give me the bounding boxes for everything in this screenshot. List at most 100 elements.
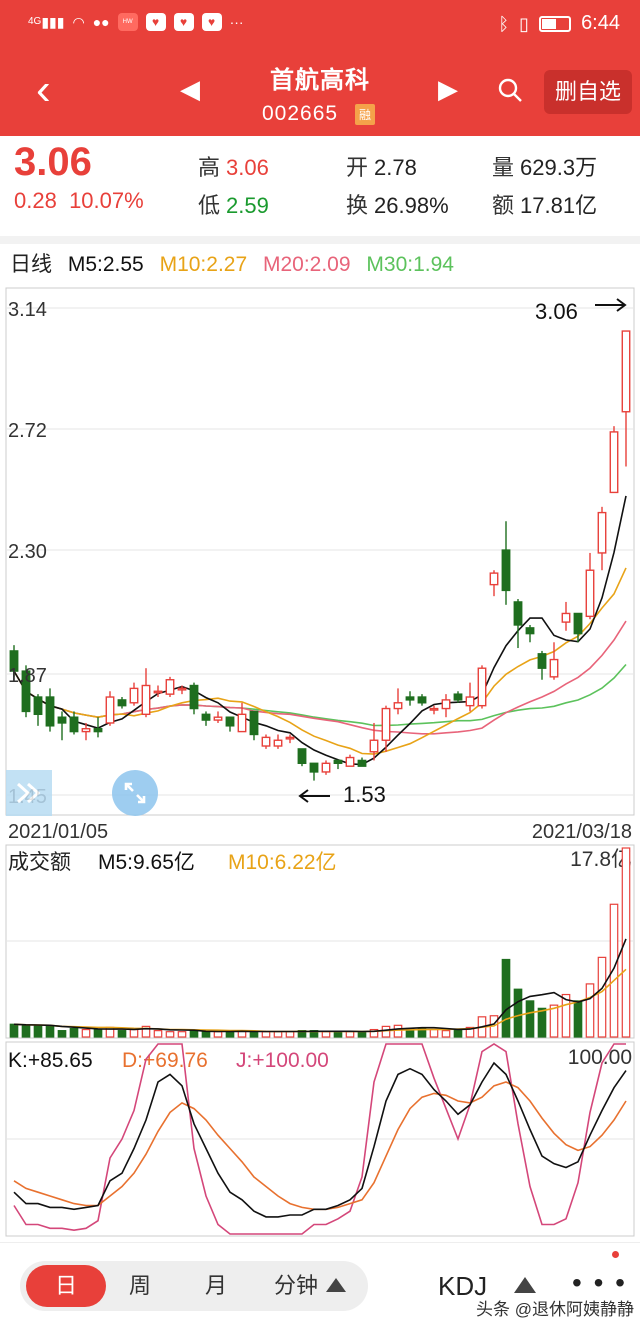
price-tick-label: 3.14	[8, 299, 47, 321]
candle-up	[597, 511, 607, 554]
kdj-d-label: D:+69.76	[122, 1049, 208, 1072]
volume-bar-down	[9, 1023, 19, 1038]
candle-up	[237, 713, 247, 733]
kdj-max-label: 100.00	[568, 1046, 632, 1069]
end-date-label: 2021/03/18	[532, 821, 632, 843]
candle-up	[585, 569, 595, 618]
volume-bar-down	[69, 1027, 79, 1038]
volume-bar-down	[513, 988, 523, 1038]
low-arrow-icon	[298, 789, 330, 803]
volume-bar-down	[501, 958, 511, 1038]
candle-down	[69, 716, 79, 733]
candle-down	[513, 601, 523, 626]
candle-down	[117, 699, 127, 707]
candle-down	[249, 710, 259, 736]
watermark: 头条 @退休阿姨静静	[476, 1300, 634, 1319]
candle-up	[549, 658, 559, 678]
tab-minute[interactable]: 分钟	[266, 1261, 326, 1311]
candle-up	[81, 728, 91, 733]
volume-bar-down	[573, 1000, 583, 1038]
volume-bar-down	[57, 1030, 67, 1038]
candle-up	[345, 756, 355, 767]
indicator-dropdown-icon[interactable]	[514, 1277, 536, 1293]
volume-bar-down	[333, 1031, 343, 1038]
candlesticks	[9, 330, 631, 781]
volume-bar-up	[549, 1004, 559, 1038]
candle-down	[417, 696, 427, 704]
volume-bar-down	[225, 1031, 235, 1038]
candle-down	[93, 728, 103, 733]
volume-bar-up	[81, 1028, 91, 1038]
volume-bar-up	[441, 1030, 451, 1038]
notification-dot	[612, 1251, 619, 1258]
volume-bar-up	[285, 1031, 295, 1038]
price-tick-label: 2.72	[8, 420, 47, 442]
high-arrow-icon	[595, 298, 627, 312]
candle-up	[489, 572, 499, 586]
volume-bar-down	[33, 1024, 43, 1038]
collapse-panel-button[interactable]	[6, 770, 52, 816]
candle-up	[477, 667, 487, 707]
expand-icon	[124, 782, 146, 804]
candle-up	[165, 679, 175, 695]
candle-up	[609, 431, 619, 494]
candle-down	[297, 748, 307, 765]
candle-up	[177, 687, 187, 691]
volume-bar-up	[609, 903, 619, 1038]
candle-down	[45, 696, 55, 727]
volume-bar-down	[45, 1025, 55, 1038]
volume-bar-up	[213, 1031, 223, 1038]
candle-up	[381, 707, 391, 741]
volume-bar-up	[621, 847, 631, 1038]
candle-down	[357, 759, 367, 767]
volume-m10-label: M10:6.22亿	[228, 851, 337, 874]
price-panel-frame	[5, 287, 635, 816]
volume-bar-up	[321, 1031, 331, 1038]
candle-up	[561, 612, 571, 623]
kdj-k-line	[13, 1061, 627, 1218]
volume-bar-down	[189, 1030, 199, 1038]
candle-down	[405, 696, 415, 701]
candle-down	[525, 627, 535, 635]
candle-down	[201, 713, 211, 721]
candle-down	[501, 549, 511, 592]
stock-chart[interactable]: 3.142.722.301.871.45 3.06 1.53 2021/01/0…	[0, 0, 640, 1242]
volume-bar-up	[429, 1028, 439, 1038]
candle-up	[213, 716, 223, 721]
tab-month[interactable]: 月	[196, 1261, 236, 1311]
volume-bar-down	[249, 1031, 259, 1038]
kdj-j-label: J:+100.00	[236, 1049, 329, 1072]
double-arrow-icon	[16, 782, 41, 804]
volume-bar-up	[129, 1028, 139, 1038]
volume-bar-up	[381, 1025, 391, 1038]
candle-up	[321, 762, 331, 773]
volume-bar-up	[597, 956, 607, 1038]
candle-up	[153, 690, 163, 694]
candle-down	[225, 716, 235, 727]
tab-day[interactable]: 日	[26, 1265, 106, 1307]
candle-up	[105, 696, 115, 724]
volume-bar-down	[525, 1000, 535, 1038]
candle-up	[621, 330, 631, 413]
candle-up	[273, 739, 283, 747]
fullscreen-button[interactable]	[112, 770, 158, 816]
volume-bar-up	[165, 1031, 175, 1038]
volume-bar-up	[261, 1031, 271, 1038]
minute-dropdown-icon[interactable]	[326, 1278, 346, 1292]
bottom-toolbar: 日 周 月 分钟 KDJ • • • 头条 @退休阿姨静静	[0, 1242, 640, 1331]
volume-bar-up	[585, 983, 595, 1038]
candle-down	[537, 653, 547, 669]
volume-bar-up	[393, 1024, 403, 1038]
candle-up	[285, 736, 295, 740]
candle-up	[429, 707, 439, 711]
high-annotation: 3.06	[535, 299, 578, 324]
candle-down	[573, 612, 583, 635]
tab-week[interactable]: 周	[120, 1261, 160, 1311]
period-selector: 日 周 月 分钟	[20, 1261, 368, 1311]
volume-bar-up	[273, 1031, 283, 1038]
candle-up	[441, 699, 451, 710]
volume-bar-down	[201, 1031, 211, 1038]
price-grid	[6, 307, 634, 796]
volume-bar-down	[357, 1031, 367, 1038]
price-tick-label: 2.30	[8, 541, 47, 563]
